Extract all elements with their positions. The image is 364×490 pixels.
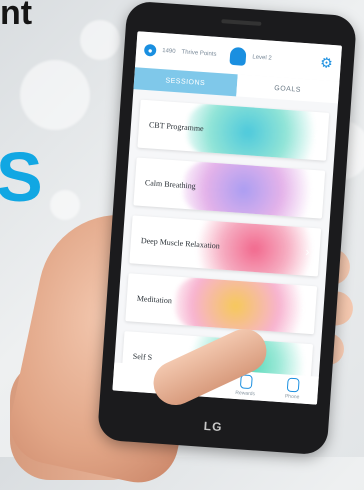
headline-letter: S [0,138,43,216]
session-card-muscle[interactable]: Deep Muscle Relaxation › [129,215,322,277]
watercolor-splash [185,99,330,161]
coin-count: 1490 [161,48,176,55]
bokeh-light [50,190,80,220]
device-brand-logo: LG [203,418,223,435]
nav-label: Phone [284,393,300,401]
smartphone: ● 1490 Thrive Points Level 2 ⚙ SESSIONS … [96,0,358,456]
session-card-cbt[interactable]: CBT Programme › [137,99,330,161]
session-label: Self S [132,351,153,362]
nav-label: Rewards [235,389,256,398]
gear-icon[interactable]: ⚙ [320,54,334,72]
session-card-breathing[interactable]: Calm Breathing › [133,157,326,219]
coin-icon: ● [143,43,157,57]
bokeh-light [80,20,120,60]
avatar[interactable] [229,46,247,66]
session-card-meditation[interactable]: Meditation › [125,273,318,335]
points-label: Thrive Points [181,49,217,58]
watercolor-splash [173,273,318,335]
bokeh-light [20,60,90,130]
phone-icon [286,377,300,393]
nav-phone[interactable]: Phone [285,377,301,400]
watercolor-splash [181,157,326,219]
headline-fragment: nt [0,0,33,32]
session-label: Meditation [136,293,173,305]
phone-speaker [221,19,262,26]
level-label: Level 2 [252,54,272,62]
